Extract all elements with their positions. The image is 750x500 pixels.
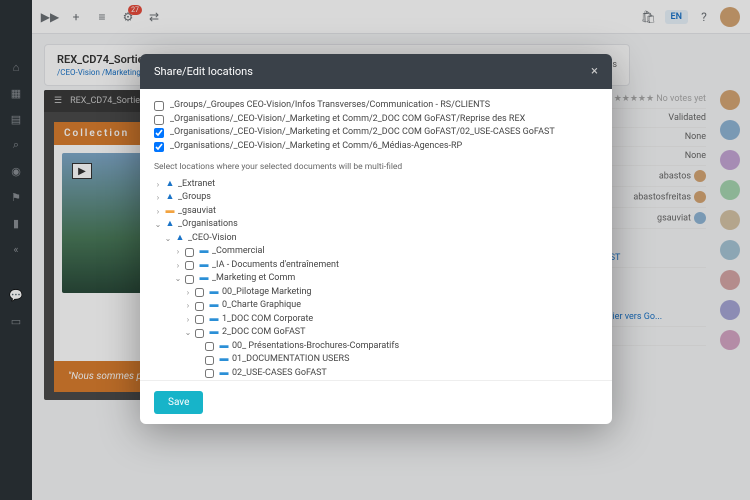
tree-node[interactable]: ▬00_ Présentations-Brochures-Comparatifs [154, 340, 598, 354]
folder-icon: ▬ [199, 247, 209, 257]
caret-icon[interactable]: ⌄ [174, 273, 182, 285]
tree-node[interactable]: › ▬_Commercial [154, 245, 598, 259]
tree-checkbox[interactable] [205, 369, 214, 378]
tree-checkbox[interactable] [185, 275, 194, 284]
save-button[interactable]: Save [154, 391, 203, 414]
folder-icon: ▬ [209, 315, 219, 325]
tree-checkbox[interactable] [205, 342, 214, 351]
tree-label: 1_DOC COM Corporate [222, 313, 313, 327]
tree-label: _Organisations [178, 218, 238, 232]
folder-icon: ▬ [219, 355, 229, 365]
location-path: _Organisations/_CEO-Vision/_Marketing et… [170, 114, 525, 126]
tree-label: 00_ Présentations-Brochures-Comparatifs [232, 340, 399, 354]
tree-label: 00_Pilotage Marketing [222, 286, 311, 300]
tree-label: 2_DOC COM GoFAST [222, 326, 306, 340]
tree-label: _Marketing et Comm [212, 272, 295, 286]
caret-icon[interactable]: ⌄ [184, 327, 192, 339]
tree-node[interactable]: ▬01_DOCUMENTATION USERS [154, 353, 598, 367]
folder-icon: ▬ [209, 301, 219, 311]
org-icon: ▲ [165, 220, 175, 230]
tree-checkbox[interactable] [185, 248, 194, 257]
caret-icon[interactable]: › [154, 192, 162, 204]
caret-icon[interactable]: › [184, 287, 192, 299]
location-path: _Organisations/_CEO-Vision/_Marketing et… [170, 127, 555, 139]
folder-icon: ▬ [219, 369, 229, 379]
caret-icon[interactable]: › [174, 246, 182, 258]
location-row: _Organisations/_CEO-Vision/_Marketing et… [154, 140, 598, 154]
tree-label: 01_DOCUMENTATION USERS [232, 353, 349, 367]
tree-node[interactable]: › ▬1_DOC COM Corporate [154, 313, 598, 327]
caret-icon[interactable]: ⌄ [164, 233, 172, 245]
caret-icon[interactable]: › [184, 300, 192, 312]
folder-icon: ▬ [165, 207, 175, 217]
caret-icon[interactable]: › [154, 179, 162, 191]
close-icon[interactable]: × [591, 64, 598, 79]
location-checkbox[interactable] [154, 101, 164, 111]
folder-icon: ▬ [219, 342, 229, 352]
share-locations-modal: Share/Edit locations × _Groups/_Groupes … [140, 54, 612, 424]
tree-checkbox[interactable] [195, 288, 204, 297]
tree-node[interactable]: ⌄▲_CEO-Vision [154, 232, 598, 246]
modal-footer: Save [140, 380, 612, 424]
location-tree: ›▲_Extranet›▲_Groups›▬_gsauviat⌄▲_Organi… [154, 178, 598, 380]
tree-checkbox[interactable] [195, 329, 204, 338]
tree-node[interactable]: ⌄ ▬_Marketing et Comm [154, 272, 598, 286]
tree-label: _gsauviat [178, 205, 216, 219]
tree-checkbox[interactable] [185, 261, 194, 270]
tree-node[interactable]: › ▬00_Pilotage Marketing [154, 286, 598, 300]
org-icon: ▲ [165, 180, 175, 190]
tree-checkbox[interactable] [195, 315, 204, 324]
location-checkbox[interactable] [154, 128, 164, 138]
folder-icon: ▬ [209, 328, 219, 338]
tree-label: _CEO-Vision [188, 232, 237, 246]
caret-icon[interactable]: › [184, 314, 192, 326]
tree-node[interactable]: ›▲_Groups [154, 191, 598, 205]
tree-node[interactable]: › ▬_IA - Documents d'entraînement [154, 259, 598, 273]
tree-label: 0_Charte Graphique [222, 299, 301, 313]
tree-node[interactable]: › ▬0_Charte Graphique [154, 299, 598, 313]
location-checkbox[interactable] [154, 142, 164, 152]
modal-title: Share/Edit locations [154, 65, 253, 78]
location-checkbox[interactable] [154, 115, 164, 125]
tree-label: 02_USE-CASES GoFAST [232, 367, 327, 380]
caret-icon[interactable]: › [154, 206, 162, 218]
tree-node[interactable]: ▬02_USE-CASES GoFAST [154, 367, 598, 380]
caret-icon[interactable]: › [174, 260, 182, 272]
location-path: _Organisations/_CEO-Vision/_Marketing et… [170, 141, 462, 153]
tree-label: _IA - Documents d'entraînement [212, 259, 339, 273]
folder-icon: ▬ [199, 261, 209, 271]
tree-node[interactable]: ›▬_gsauviat [154, 205, 598, 219]
tree-checkbox[interactable] [195, 302, 204, 311]
tree-label: _Extranet [178, 178, 215, 192]
tree-node[interactable]: ⌄ ▬2_DOC COM GoFAST [154, 326, 598, 340]
tree-label: _Commercial [212, 245, 265, 259]
tree-node[interactable]: ⌄▲_Organisations [154, 218, 598, 232]
location-row: _Groups/_Groupes CEO-Vision/Infos Transv… [154, 99, 598, 113]
org-icon: ▲ [165, 193, 175, 203]
current-locations-list: _Groups/_Groupes CEO-Vision/Infos Transv… [154, 99, 598, 154]
caret-icon[interactable]: ⌄ [154, 219, 162, 231]
tree-node[interactable]: ›▲_Extranet [154, 178, 598, 192]
modal-header: Share/Edit locations × [140, 54, 612, 89]
folder-icon: ▬ [209, 288, 219, 298]
tree-checkbox[interactable] [205, 356, 214, 365]
location-row: _Organisations/_CEO-Vision/_Marketing et… [154, 126, 598, 140]
folder-icon: ▬ [199, 274, 209, 284]
hint-text: Select locations where your selected doc… [154, 162, 598, 172]
tree-label: _Groups [178, 191, 211, 205]
org-icon: ▲ [175, 234, 185, 244]
location-path: _Groups/_Groupes CEO-Vision/Infos Transv… [170, 100, 490, 112]
location-row: _Organisations/_CEO-Vision/_Marketing et… [154, 113, 598, 127]
